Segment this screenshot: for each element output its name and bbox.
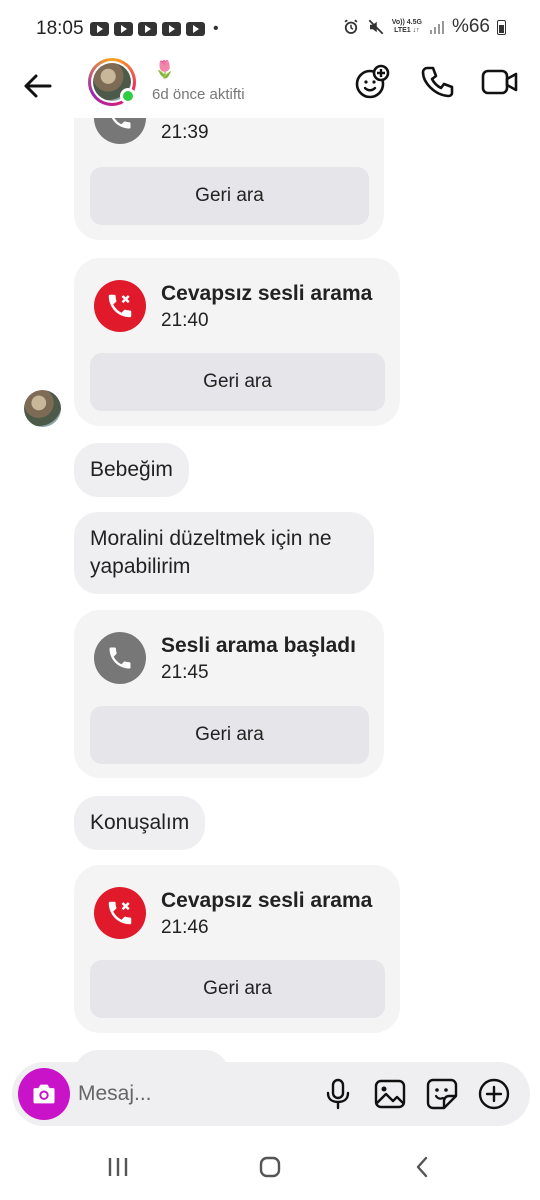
youtube-icon <box>114 22 133 36</box>
youtube-icon <box>162 22 181 36</box>
online-indicator <box>120 88 136 104</box>
video-icon[interactable] <box>480 62 520 102</box>
youtube-icon <box>186 22 205 36</box>
call-back-button[interactable]: Geri ara <box>90 960 385 1018</box>
call-back-button[interactable]: Geri ara <box>90 353 385 411</box>
message-bubble[interactable]: Moralini düzeltmek için ne yapabilirim <box>74 512 374 594</box>
home-icon <box>259 1156 281 1178</box>
youtube-icon <box>138 22 157 36</box>
call-card: Cevapsız sesli arama 21:46 Geri ara <box>74 865 400 1033</box>
microphone-icon[interactable] <box>320 1076 356 1112</box>
recent-apps-button[interactable] <box>98 1152 138 1182</box>
call-time: 21:45 <box>161 662 209 683</box>
add-icon[interactable] <box>476 1076 512 1112</box>
active-status: 6d önce aktifti <box>152 86 245 103</box>
notification-icons <box>90 22 205 36</box>
phone-icon[interactable] <box>416 62 456 102</box>
gallery-icon[interactable] <box>372 1076 408 1112</box>
mute-icon <box>368 19 384 35</box>
camera-button[interactable] <box>18 1068 70 1120</box>
signal-icon <box>429 21 444 34</box>
call-time: 21:39 <box>161 122 209 143</box>
message-input[interactable] <box>78 1074 308 1114</box>
battery-icon <box>497 19 506 35</box>
call-title: Sesli arama başladı <box>161 634 356 657</box>
phone-call-icon <box>94 632 146 684</box>
recent-apps-icon <box>108 1158 128 1176</box>
missed-call-icon <box>94 280 146 332</box>
sender-avatar[interactable] <box>24 390 61 427</box>
message-bubble[interactable]: Bebeğim <box>74 443 189 497</box>
call-card: Sesli arama başladı 21:45 Geri ara <box>74 610 384 778</box>
back-button[interactable] <box>402 1152 442 1182</box>
sticker-icon[interactable] <box>424 1076 460 1112</box>
call-card: Cevapsız sesli arama 21:40 Geri ara <box>74 258 400 426</box>
youtube-icon <box>90 22 109 36</box>
system-navigation-bar <box>0 1130 540 1200</box>
add-person-icon[interactable] <box>352 62 392 102</box>
status-bar: 18:05 • Vo)) 4.5G LTE1 ↓↑ %66 <box>0 0 540 58</box>
call-title: Cevapsız sesli arama <box>161 282 373 305</box>
battery-level: %66 <box>451 16 490 37</box>
chat-header: 🌷 6d önce aktifti <box>0 58 540 118</box>
call-back-button[interactable]: Geri ara <box>90 706 369 764</box>
camera-icon <box>33 1084 55 1104</box>
call-time: 21:40 <box>161 310 209 331</box>
back-arrow-icon[interactable] <box>18 66 58 106</box>
chat-thread: 21:39 Geri ara Cevapsız sesli arama 21:4… <box>0 0 540 1200</box>
status-indicators: Vo)) 4.5G LTE1 ↓↑ %66 <box>342 16 506 38</box>
missed-call-icon <box>94 887 146 939</box>
alarm-icon <box>344 19 358 34</box>
back-chevron-icon <box>416 1156 428 1178</box>
network-indicator: Vo)) 4.5G LTE1 ↓↑ <box>391 19 422 34</box>
clock: 18:05 <box>36 18 84 39</box>
more-notifications-dot: • <box>213 20 219 37</box>
call-time: 21:46 <box>161 917 209 938</box>
message-bubble[interactable]: Konuşalım <box>74 796 206 850</box>
tulip-emoji: 🌷 <box>154 60 176 79</box>
call-back-button[interactable]: Geri ara <box>90 167 369 225</box>
message-composer <box>12 1062 530 1126</box>
call-title: Cevapsız sesli arama <box>161 889 373 912</box>
home-button[interactable] <box>250 1152 290 1182</box>
